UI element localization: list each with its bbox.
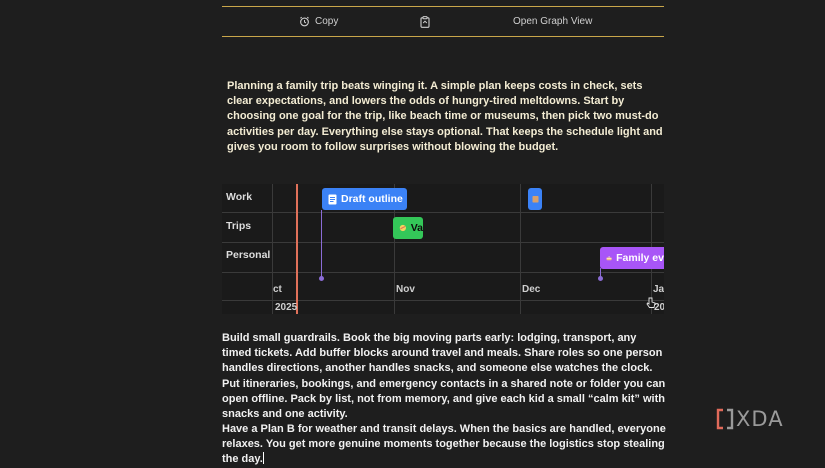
- year-label: 2025: [275, 302, 298, 313]
- event-label: Draft outline: [341, 193, 403, 205]
- body-paragraph: Build small guardrails. Book the big mov…: [222, 332, 666, 421]
- row-label-personal: Personal: [226, 249, 271, 261]
- open-graph-view-label: Open Graph View: [513, 16, 593, 27]
- alarm-clock-icon: [300, 16, 309, 27]
- event-label: Family ev: [616, 252, 664, 264]
- cake-icon: [606, 256, 612, 261]
- row-divider: [222, 212, 664, 213]
- copy-label: Copy: [315, 16, 339, 27]
- calendar-icon: [532, 196, 539, 203]
- copy-button[interactable]: Copy: [299, 16, 338, 27]
- beach-icon: [399, 224, 406, 232]
- month-label: Dec: [522, 284, 541, 295]
- event-anchor-dot: [319, 276, 324, 281]
- event-stem: [321, 210, 322, 279]
- open-graph-view-button[interactable]: Open Graph View: [513, 16, 592, 27]
- intro-paragraph: Planning a family trip beats winging it.…: [227, 80, 663, 153]
- event-family[interactable]: Family ev: [600, 247, 664, 269]
- event-anchor-dot: [598, 276, 603, 281]
- month-label: Ja: [653, 284, 664, 295]
- text-caret: [262, 452, 264, 465]
- xda-logo-text: XDA: [736, 407, 784, 431]
- row-divider: [222, 272, 664, 273]
- event-label: Va: [410, 222, 423, 234]
- document-icon: [328, 194, 337, 204]
- row-label-work: Work: [226, 191, 253, 203]
- month-label: Nov: [396, 284, 415, 295]
- clipboard-button[interactable]: [420, 16, 430, 28]
- xda-watermark: XDA: [716, 407, 784, 431]
- month-label: ct: [273, 284, 282, 295]
- month-gridline: [520, 184, 521, 314]
- mouse-cursor-icon: [646, 297, 656, 308]
- event-work-small[interactable]: [528, 188, 542, 210]
- body-paragraph-last: Have a Plan B for weather and transit de…: [222, 422, 667, 468]
- row-label-trips: Trips: [226, 220, 252, 232]
- xda-logo-icon: [716, 408, 734, 430]
- event-trip[interactable]: Va: [393, 217, 423, 239]
- event-draft-outline[interactable]: Draft outline: [322, 188, 407, 210]
- note-toolbar: Copy Open Graph View: [222, 6, 664, 37]
- row-divider: [222, 242, 664, 243]
- row-divider: [222, 300, 664, 301]
- timeline-view[interactable]: Work Trips Personal Draft outline Va Fam…: [222, 184, 664, 314]
- clipboard-icon: [420, 16, 430, 28]
- today-marker: [296, 184, 298, 314]
- body-paragraph-text: Have a Plan B for weather and transit de…: [222, 423, 666, 466]
